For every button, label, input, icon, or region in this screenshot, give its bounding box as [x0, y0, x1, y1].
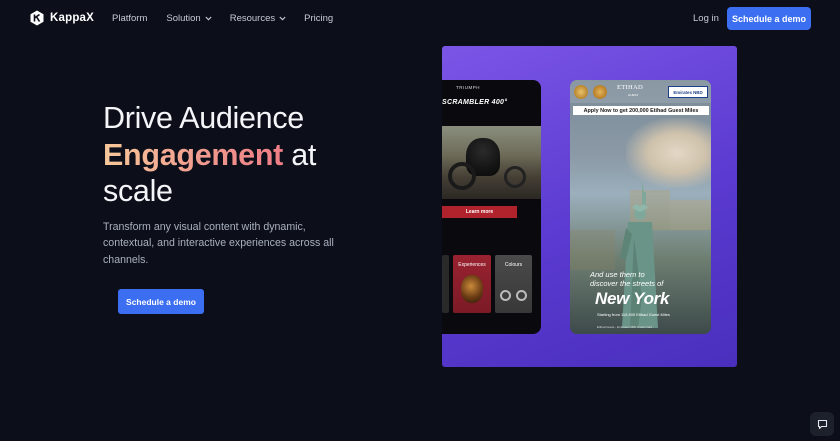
nav-item-pricing[interactable]: Pricing [304, 13, 333, 24]
nav-item-label: Platform [112, 13, 148, 24]
card-thumbnail[interactable] [442, 255, 449, 313]
top-navigation: KappaX Platform Solution Resources Prici… [0, 0, 840, 38]
partner-logo-bar: ETIHAD GUEST Emirates NBD [570, 80, 711, 103]
apply-now-banner[interactable]: Apply Now to get 200,000 Etihad Guest Mi… [573, 106, 709, 115]
nav-item-resources[interactable]: Resources [230, 13, 286, 24]
helmet-image [461, 275, 483, 303]
etihad-guest-label: GUEST [628, 93, 639, 97]
chevron-down-icon [279, 16, 286, 21]
brand-logo[interactable]: KappaX [30, 10, 94, 26]
nav-item-solution[interactable]: Solution [166, 13, 212, 24]
scrambler-model-title: SCRAMBLER 400° [442, 99, 508, 106]
nav-item-platform[interactable]: Platform [112, 13, 147, 24]
nav-item-label: Pricing [304, 13, 334, 24]
motorcycle-photo [442, 126, 541, 199]
chat-widget-button[interactable] [810, 412, 834, 436]
chevron-down-icon [205, 16, 212, 21]
chat-bubble-icon [817, 419, 827, 429]
tagline: And use them to discover the streets of [590, 270, 690, 288]
fine-print: Etihad Guest - Emirates NBD Credit Card [597, 325, 653, 329]
card-label: Experiences [458, 262, 486, 268]
card-label: Colours [504, 262, 523, 268]
brand-name: KappaX [50, 12, 95, 24]
motorcycle-wheel [448, 162, 476, 190]
product-showcase: TRIUMPH SCRAMBLER 400° Learn more Experi… [442, 46, 737, 367]
nav-item-label: Solution [166, 13, 201, 24]
motorcycle-wheel [504, 166, 526, 188]
miles-starting-text: Starting from 115,500 Etihad Guest Miles [597, 312, 670, 317]
phone-mockup-etihad: ETIHAD GUEST Emirates NBD Apply Now to g… [570, 80, 711, 334]
hero-title: Drive Audience Engagement at scale [103, 100, 363, 210]
card-experiences[interactable]: Experiences [453, 255, 491, 313]
schedule-demo-button[interactable]: Schedule a demo [727, 7, 811, 30]
kappax-logo-icon [30, 10, 44, 26]
hero-subtitle: Transform any visual content with dynami… [103, 221, 334, 266]
login-link[interactable]: Log in [693, 13, 719, 24]
emirates-nbd-logo: Emirates NBD [668, 86, 708, 98]
nav-item-label: Resources [229, 13, 276, 24]
emblem-icon [574, 85, 588, 99]
phone-mockup-triumph: TRIUMPH SCRAMBLER 400° Learn more Experi… [442, 80, 541, 334]
tagline-line2: discover the streets of [590, 279, 664, 288]
tagline-line1: And use them to [590, 270, 645, 279]
hero-schedule-demo-button[interactable]: Schedule a demo [118, 289, 204, 314]
city-name: New York [595, 289, 670, 308]
etihad-logo: ETIHAD [617, 84, 643, 91]
experience-cards: Experiences Colours [442, 255, 541, 313]
card-colours[interactable]: Colours [495, 255, 532, 313]
nav-links: Platform Solution Resources Pricing [112, 13, 333, 24]
learn-more-button[interactable]: Learn more [442, 206, 517, 218]
triumph-brand: TRIUMPH [456, 85, 480, 90]
motorcycle-image [500, 287, 528, 301]
hero-title-line1: Drive Audience [103, 101, 304, 135]
emblem-icon [593, 85, 607, 99]
hero-title-highlight: Engagement [103, 137, 284, 172]
